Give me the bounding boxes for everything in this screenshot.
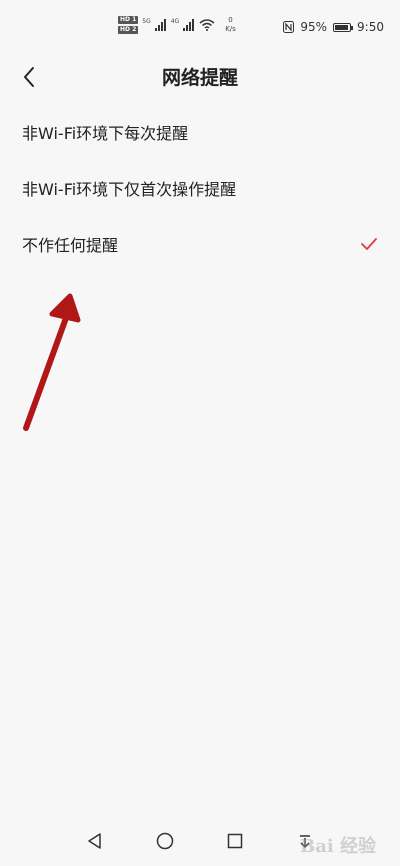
status-left: HD 1 HD 2 5G 4G 0 K/s — [118, 16, 236, 34]
check-icon — [361, 238, 377, 250]
signal-icon — [154, 19, 166, 31]
clock: 9:50 — [357, 20, 384, 34]
annotation-arrow-icon — [23, 293, 81, 431]
option-every-time[interactable]: 非Wi-Fi环境下每次提醒 — [0, 104, 400, 160]
nav-back-button[interactable] — [80, 826, 110, 856]
signal-icon — [183, 19, 195, 31]
option-label: 非Wi-Fi环境下每次提醒 — [22, 124, 189, 143]
watermark: Bai 经验 — [300, 836, 376, 857]
nav-recent-button[interactable] — [220, 826, 250, 856]
option-first-time-only[interactable]: 非Wi-Fi环境下仅首次操作提醒 — [0, 160, 400, 216]
header: 网络提醒 — [0, 50, 400, 102]
page-title: 网络提醒 — [161, 67, 238, 89]
battery-percent: 95% — [300, 20, 328, 34]
nfc-icon — [283, 21, 295, 33]
status-bar: HD 1 HD 2 5G 4G 0 K/s 95% 9:50 — [0, 0, 400, 50]
option-label: 非Wi-Fi环境下仅首次操作提醒 — [22, 180, 237, 199]
speed-unit: K/s — [225, 25, 236, 33]
option-no-reminder[interactable]: 不作任何提醒 — [0, 216, 400, 272]
network-type-label: 4G — [170, 18, 180, 25]
navigation-bar: Bai 经验 — [0, 816, 400, 866]
battery-fill — [335, 24, 349, 30]
battery-icon — [333, 22, 354, 32]
status-right: 95% 9:50 — [283, 20, 384, 34]
speed-value: 0 — [228, 16, 233, 24]
circle-home-icon — [156, 832, 174, 850]
nav-home-button[interactable] — [150, 826, 180, 856]
hd-badge: HD 2 — [118, 26, 139, 34]
triangle-back-icon — [88, 833, 101, 849]
hd-badge: HD 1 — [118, 16, 139, 24]
option-list: 非Wi-Fi环境下每次提醒 非Wi-Fi环境下仅首次操作提醒 不作任何提醒 — [0, 104, 400, 272]
option-label: 不作任何提醒 — [22, 236, 119, 255]
square-recent-icon — [227, 833, 243, 849]
network-type-label: 5G — [142, 18, 151, 25]
hd-indicators: HD 1 HD 2 — [118, 16, 139, 34]
network-speed: 0 K/s — [225, 16, 236, 34]
wifi-icon — [199, 19, 215, 31]
screen: HD 1 HD 2 5G 4G 0 K/s 95% 9:50 网络提醒 非Wi-… — [0, 0, 400, 866]
